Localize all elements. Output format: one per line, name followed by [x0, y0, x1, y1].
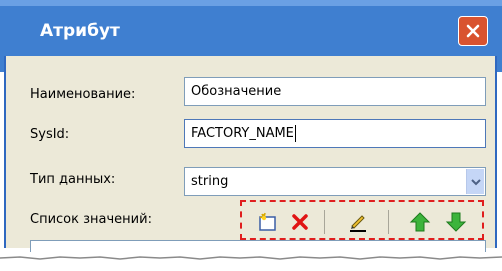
move-down-button[interactable]: [442, 208, 470, 235]
edit-pencil-icon: [350, 214, 366, 232]
sysid-field[interactable]: FACTORY_NAME: [184, 119, 486, 148]
title-bar-highlight: [0, 0, 502, 6]
name-value: Обозначение: [191, 84, 282, 99]
toolbar-separator: [324, 210, 325, 234]
name-field[interactable]: Обозначение: [184, 77, 486, 106]
dropdown-button[interactable]: [466, 169, 484, 194]
move-down-icon: [445, 212, 467, 232]
delete-button[interactable]: [286, 208, 314, 235]
values-toolbar: [240, 200, 484, 240]
datatype-value: string: [191, 174, 229, 189]
move-up-button[interactable]: [406, 208, 434, 235]
datatype-select[interactable]: string: [184, 167, 486, 196]
sysid-label: SysId:: [30, 127, 70, 142]
torn-edge-shape: [0, 256, 502, 260]
values-label: Список значений:: [30, 212, 152, 227]
datatype-label: Тип данных:: [30, 172, 116, 187]
move-up-icon: [409, 211, 431, 231]
torn-edge: [0, 252, 502, 263]
new-item-icon: [259, 212, 276, 231]
text-caret: [294, 125, 296, 142]
window-title: Атрибут: [40, 21, 120, 41]
close-button[interactable]: [458, 16, 488, 46]
toolbar-separator: [388, 210, 389, 234]
close-icon: [466, 24, 480, 38]
chevron-down-icon: [470, 178, 481, 185]
edit-button[interactable]: [344, 208, 372, 235]
name-label: Наименование:: [30, 87, 136, 102]
new-item-button[interactable]: [254, 208, 282, 235]
sysid-value: FACTORY_NAME: [191, 126, 294, 141]
delete-icon: [292, 213, 308, 230]
